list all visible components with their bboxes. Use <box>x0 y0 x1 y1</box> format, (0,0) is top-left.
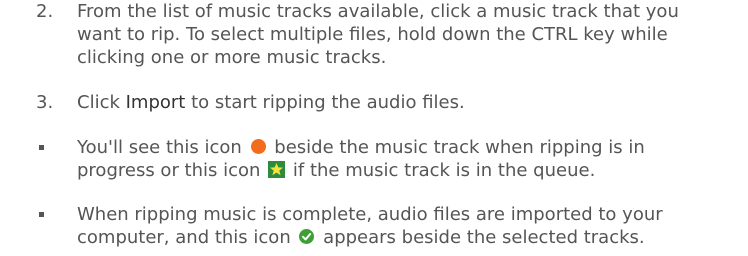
queued-star-icon <box>268 161 286 178</box>
step-text-after: to start ripping the audio files. <box>185 92 465 113</box>
step-text-before: Click <box>77 92 126 113</box>
bullet-text-part: appears beside the selected tracks. <box>317 227 645 248</box>
step-text-line: clicking one or more music tracks. <box>77 47 387 68</box>
step-text: Click Import to start ripping the audio … <box>77 91 748 114</box>
bullet-text-part: progress or this icon <box>77 160 267 181</box>
step-number: 2. <box>36 1 54 22</box>
bullet-text-part: beside the music track when ripping is i… <box>268 137 645 158</box>
import-label: Import <box>125 92 186 113</box>
step-text: From the list of music tracks available,… <box>77 0 748 69</box>
step-text-line: want to rip. To select multiple files, h… <box>77 24 668 45</box>
bullet-text-part: When ripping music is complete, audio fi… <box>77 204 663 225</box>
bullet-text: You'll see this icon beside the music tr… <box>77 136 748 182</box>
bullet-text-part: if the music track is in the queue. <box>287 160 596 181</box>
bullet-text-part: computer, and this icon <box>77 227 297 248</box>
step-text-line: From the list of music tracks available,… <box>77 1 679 22</box>
bullet-text: When ripping music is complete, audio fi… <box>77 203 748 249</box>
bullet-marker <box>39 212 44 217</box>
bullet-marker <box>39 145 44 150</box>
ripping-in-progress-icon <box>249 138 267 155</box>
ripped-check-icon <box>298 228 316 245</box>
bullet-text-part: You'll see this icon <box>77 137 248 158</box>
step-number: 3. <box>36 92 54 113</box>
